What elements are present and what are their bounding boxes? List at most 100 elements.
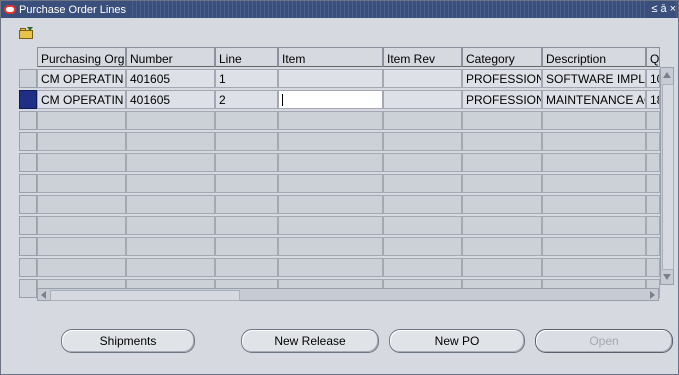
close-icon[interactable]: × (670, 4, 676, 15)
scroll-left-icon[interactable] (41, 291, 46, 299)
table-cell[interactable] (126, 216, 215, 235)
row-selector[interactable] (19, 258, 37, 277)
scroll-right-icon[interactable] (650, 291, 655, 299)
table-cell[interactable] (462, 132, 542, 151)
row-selector[interactable] (19, 195, 37, 214)
table-cell[interactable] (126, 174, 215, 193)
table-cell[interactable] (542, 195, 646, 214)
scroll-up-icon[interactable] (663, 72, 671, 78)
table-cell[interactable] (646, 237, 660, 256)
table-cell[interactable] (37, 153, 126, 172)
table-cell[interactable] (126, 132, 215, 151)
table-cell[interactable] (215, 195, 278, 214)
new-po-button[interactable]: New PO (389, 329, 525, 353)
table-cell[interactable] (37, 216, 126, 235)
table-cell[interactable] (37, 258, 126, 277)
table-cell[interactable] (278, 195, 383, 214)
column-header[interactable]: Item (278, 47, 383, 67)
column-header[interactable]: Purchasing Org (37, 47, 126, 67)
table-cell[interactable] (462, 153, 542, 172)
table-cell[interactable] (215, 237, 278, 256)
table-cell[interactable] (215, 153, 278, 172)
title-bar[interactable]: Purchase Order Lines ≤ ā × (1, 1, 678, 18)
table-cell[interactable] (383, 132, 462, 151)
table-cell[interactable] (383, 111, 462, 130)
column-header[interactable]: Category (462, 47, 542, 67)
maximize-icon[interactable]: ā (660, 4, 666, 15)
table-cell[interactable] (215, 132, 278, 151)
table-cell[interactable] (37, 237, 126, 256)
row-selector[interactable] (19, 69, 37, 88)
table-cell[interactable] (126, 195, 215, 214)
table-cell[interactable]: 18 (646, 90, 660, 109)
horizontal-scrollbar[interactable] (37, 288, 659, 301)
table-cell[interactable] (278, 174, 383, 193)
table-cell[interactable]: 401605 (126, 90, 215, 109)
row-selector[interactable] (19, 279, 37, 298)
table-cell[interactable] (646, 174, 660, 193)
table-cell[interactable] (278, 258, 383, 277)
column-header[interactable]: Item Rev (383, 47, 462, 67)
table-cell[interactable] (646, 132, 660, 151)
table-cell[interactable] (383, 90, 462, 109)
table-cell[interactable] (278, 132, 383, 151)
open-button[interactable]: Open (535, 329, 673, 353)
row-selector[interactable] (19, 153, 37, 172)
column-header[interactable]: Q (646, 47, 660, 67)
table-cell[interactable]: 401605 (126, 69, 215, 88)
row-selector[interactable] (19, 132, 37, 151)
table-cell[interactable] (542, 174, 646, 193)
row-selector[interactable] (19, 90, 37, 109)
table-cell[interactable] (126, 237, 215, 256)
table-cell[interactable] (542, 153, 646, 172)
table-cell[interactable] (462, 195, 542, 214)
table-cell[interactable] (126, 111, 215, 130)
table-cell[interactable] (383, 237, 462, 256)
table-cell[interactable] (278, 216, 383, 235)
vertical-scroll-thumb[interactable] (662, 84, 674, 270)
table-cell[interactable] (646, 216, 660, 235)
table-cell[interactable] (278, 69, 383, 88)
new-release-button[interactable]: New Release (241, 329, 379, 353)
table-cell[interactable] (646, 153, 660, 172)
table-cell[interactable] (383, 153, 462, 172)
table-cell[interactable] (542, 132, 646, 151)
row-selector[interactable] (19, 216, 37, 235)
table-cell[interactable] (646, 258, 660, 277)
table-cell[interactable] (278, 111, 383, 130)
table-cell[interactable] (542, 111, 646, 130)
table-cell[interactable] (383, 174, 462, 193)
table-cell[interactable] (462, 237, 542, 256)
row-selector[interactable] (19, 111, 37, 130)
table-cell[interactable] (37, 111, 126, 130)
table-cell[interactable] (542, 237, 646, 256)
table-cell[interactable]: PROFESSION (462, 90, 542, 109)
table-cell[interactable] (646, 111, 660, 130)
table-cell[interactable]: CM OPERATIN (37, 69, 126, 88)
table-cell[interactable] (37, 132, 126, 151)
row-selector[interactable] (19, 237, 37, 256)
table-cell[interactable] (37, 174, 126, 193)
table-cell[interactable] (542, 258, 646, 277)
table-cell[interactable]: PROFESSION (462, 69, 542, 88)
table-cell[interactable] (215, 174, 278, 193)
open-folder-button[interactable] (17, 25, 35, 41)
table-cell[interactable] (462, 258, 542, 277)
table-cell[interactable]: 2 (215, 90, 278, 109)
vertical-scrollbar[interactable] (660, 67, 674, 285)
column-header[interactable]: Line (215, 47, 278, 67)
column-header[interactable]: Number (126, 47, 215, 67)
table-cell[interactable] (542, 216, 646, 235)
minimize-icon[interactable]: ≤ (651, 4, 657, 15)
table-cell[interactable]: SOFTWARE IMPLI (542, 69, 646, 88)
table-cell[interactable] (462, 174, 542, 193)
table-cell[interactable] (383, 69, 462, 88)
table-cell[interactable] (126, 258, 215, 277)
table-cell[interactable]: MAINTENANCE AC (542, 90, 646, 109)
table-cell[interactable] (383, 258, 462, 277)
shipments-button[interactable]: Shipments (61, 329, 195, 353)
table-cell[interactable] (278, 237, 383, 256)
table-cell[interactable] (646, 195, 660, 214)
table-cell[interactable] (126, 153, 215, 172)
table-cell[interactable] (215, 111, 278, 130)
